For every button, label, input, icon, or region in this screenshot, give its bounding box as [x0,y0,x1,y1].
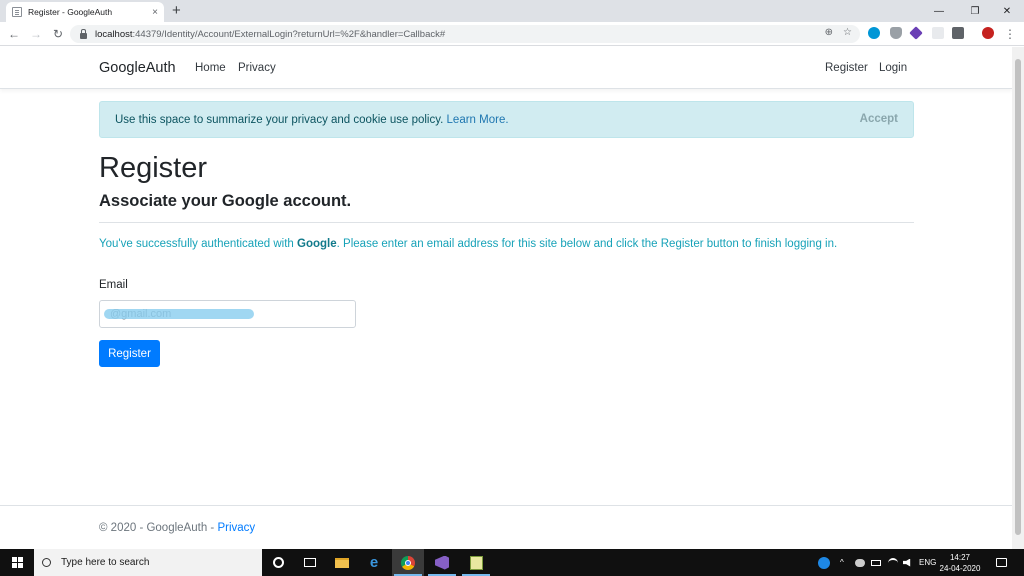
file-explorer-icon[interactable] [326,549,358,576]
nav-login-link[interactable]: Login [879,62,907,74]
tab-title: Register - GoogleAuth [28,7,113,17]
address-bar[interactable]: localhost:44379/Identity/Account/Externa… [70,25,860,43]
bookmark-star-icon[interactable]: ☆ [843,27,852,38]
site-brand[interactable]: GoogleAuth [99,60,176,76]
wifi-icon[interactable] [888,549,898,576]
clock-date: 24-04-2020 [939,564,981,573]
nav-register-link[interactable]: Register [825,62,868,74]
site-footer: © 2020 - GoogleAuth - Privacy [0,505,1012,549]
nav-privacy-link[interactable]: Privacy [238,62,276,74]
auth-info-text: You've successfully authenticated with G… [99,238,837,250]
edge-browser-icon[interactable]: e [358,549,390,576]
info-text-start: You've successfully authenticated with [99,238,298,250]
clock-time: 14:27 [949,553,971,562]
close-window-button[interactable]: ✕ [990,0,1024,22]
page-scrollbar[interactable] [1012,47,1024,549]
windows-logo-icon [11,557,23,568]
new-tab-button[interactable]: + [172,2,181,20]
cookie-message-text: Use this space to summarize your privacy… [115,114,444,126]
page-favicon-icon [12,7,22,17]
info-provider: Google [297,238,337,250]
shield-extension-icon[interactable] [890,27,902,39]
screenshot-extension-icon[interactable] [952,27,964,39]
language-indicator[interactable]: ENG [919,549,936,576]
restore-button[interactable]: ❐ [958,0,992,22]
chrome-taskbar-icon[interactable] [392,549,424,576]
tab-close-icon[interactable]: × [152,7,158,18]
info-text-end: . Please enter an email address for this… [336,238,838,250]
footer-privacy-link[interactable]: Privacy [217,522,255,534]
nav-home-link[interactable]: Home [195,62,226,74]
taskbar-clock[interactable]: 14:27 24-04-2020 [936,552,984,574]
url-path: :44379/Identity/Account/ExternalLogin?re… [132,28,446,40]
browser-toolbar: ← → ↻ localhost:44379/Identity/Account/E… [0,22,1024,46]
web-page: GoogleAuth Home Privacy Register Login U… [0,47,1012,549]
minimize-button[interactable]: — [922,0,956,22]
task-view-icon[interactable] [294,549,326,576]
cookie-message: Use this space to summarize your privacy… [115,114,509,126]
profile-avatar[interactable] [982,27,994,39]
forward-icon[interactable]: → [28,26,44,42]
browser-tabstrip: Register - GoogleAuth × + — ❐ ✕ [0,0,1024,22]
scrollbar-thumb[interactable] [1015,59,1021,535]
redaction-mark [104,309,254,319]
site-navbar: GoogleAuth Home Privacy Register Login [0,47,1012,89]
volume-icon[interactable] [903,549,912,576]
cookie-consent-alert: Use this space to summarize your privacy… [99,101,914,138]
divider [99,222,914,223]
url-host: localhost [95,28,133,40]
windows-taskbar: Type here to search e ^ ENG 14:27 24-04-… [0,549,1024,576]
page-subtitle: Associate your Google account. [99,192,352,210]
start-button[interactable] [0,549,34,576]
accept-cookie-button[interactable]: Accept [860,113,898,125]
footer-copyright: © 2020 - GoogleAuth - [99,522,218,534]
notifications-icon[interactable] [996,549,1007,576]
battery-icon[interactable] [871,549,881,576]
notepad-app-icon[interactable] [460,549,492,576]
email-label: Email [99,279,128,291]
gem-extension-icon[interactable] [909,26,923,40]
hp-extension-icon[interactable] [868,27,880,39]
back-icon[interactable]: ← [6,26,22,42]
onedrive-icon[interactable] [855,549,865,576]
reload-icon[interactable]: ↻ [50,26,66,42]
blank-extension-icon[interactable] [932,27,944,39]
learn-more-link[interactable]: Learn More. [447,114,509,126]
taskbar-search-box[interactable]: Type here to search [34,549,262,576]
url-text[interactable]: localhost:44379/Identity/Account/Externa… [95,29,445,40]
register-button[interactable]: Register [99,340,160,367]
cortana-icon[interactable] [262,549,294,576]
taskbar-search-placeholder: Type here to search [61,557,150,568]
browser-tab-active[interactable]: Register - GoogleAuth × [6,2,164,22]
zoom-icon[interactable]: ⊕ [825,27,833,38]
search-icon [42,558,51,567]
visual-studio-icon[interactable] [426,549,458,576]
chrome-menu-icon[interactable]: ⋮ [1002,26,1018,42]
show-hidden-icons-icon[interactable]: ^ [840,549,844,576]
help-tray-icon[interactable] [818,549,830,576]
footer-text: © 2020 - GoogleAuth - Privacy [99,522,255,534]
page-title: Register [99,152,207,184]
lock-icon[interactable] [80,28,87,39]
